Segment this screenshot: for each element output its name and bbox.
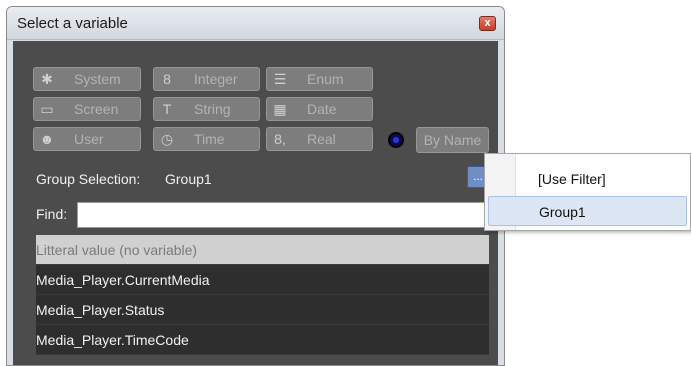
time-label: Time xyxy=(194,131,225,147)
user-button[interactable]: ☻ User xyxy=(33,127,141,151)
string-button[interactable]: T String xyxy=(153,97,260,121)
find-input[interactable] xyxy=(77,202,489,228)
screen-button[interactable]: ▭ Screen xyxy=(33,97,141,121)
clock-icon: ◷ xyxy=(160,131,174,147)
dialog-body: ✱ System 8 Integer ☰ Enum ▭ Screen T Str… xyxy=(13,41,498,365)
calendar-icon: ▦ xyxy=(273,101,287,117)
user-label: User xyxy=(74,131,104,147)
user-icon: ☻ xyxy=(39,131,55,147)
gear-icon: ✱ xyxy=(41,71,53,87)
title-bar: Select a variable x xyxy=(7,7,504,40)
date-button[interactable]: ▦ Date xyxy=(266,97,373,121)
by-name-button[interactable]: By Name xyxy=(416,127,489,153)
close-button[interactable]: x xyxy=(479,16,496,31)
screen-icon: ▭ xyxy=(40,101,54,117)
system-button[interactable]: ✱ System xyxy=(33,67,141,91)
dialog-title: Select a variable xyxy=(17,15,128,32)
enum-label: Enum xyxy=(307,71,344,87)
time-button[interactable]: ◷ Time xyxy=(153,127,260,151)
integer-icon: 8 xyxy=(163,71,171,87)
group-selection-label: Group Selection: xyxy=(36,171,141,187)
menu-item-use-filter[interactable]: [Use Filter] xyxy=(488,164,687,194)
enum-button[interactable]: ☰ Enum xyxy=(266,67,373,91)
menu-item-group1[interactable]: Group1 xyxy=(488,196,687,226)
by-name-radio[interactable] xyxy=(388,132,404,148)
group-dropdown-menu: [Use Filter] Group1 xyxy=(484,153,691,231)
variable-row-current-media[interactable]: Media_Player.CurrentMedia xyxy=(36,265,489,295)
integer-button[interactable]: 8 Integer xyxy=(153,67,260,91)
menu-item-group1-label: Group1 xyxy=(539,204,586,220)
menu-item-use-filter-label: [Use Filter] xyxy=(538,171,606,187)
date-label: Date xyxy=(307,101,337,117)
screen-label: Screen xyxy=(74,101,119,117)
variable-row-timecode[interactable]: Media_Player.TimeCode xyxy=(36,325,489,355)
real-icon: 8, xyxy=(274,131,286,147)
string-label: String xyxy=(194,101,231,117)
real-button[interactable]: 8, Real xyxy=(266,127,373,151)
find-label: Find: xyxy=(36,206,68,222)
list-icon: ☰ xyxy=(273,71,287,87)
variable-list: Litteral value (no variable) Media_Playe… xyxy=(36,235,489,355)
integer-label: Integer xyxy=(194,71,238,87)
select-variable-dialog: Select a variable x ✱ System 8 Integer ☰… xyxy=(6,6,505,366)
real-label: Real xyxy=(307,131,336,147)
variable-row-status[interactable]: Media_Player.Status xyxy=(36,295,489,325)
group-selection-value: Group1 xyxy=(165,171,212,187)
text-icon: T xyxy=(162,101,172,117)
variable-row-literal[interactable]: Litteral value (no variable) xyxy=(36,235,489,265)
system-label: System xyxy=(74,71,121,87)
